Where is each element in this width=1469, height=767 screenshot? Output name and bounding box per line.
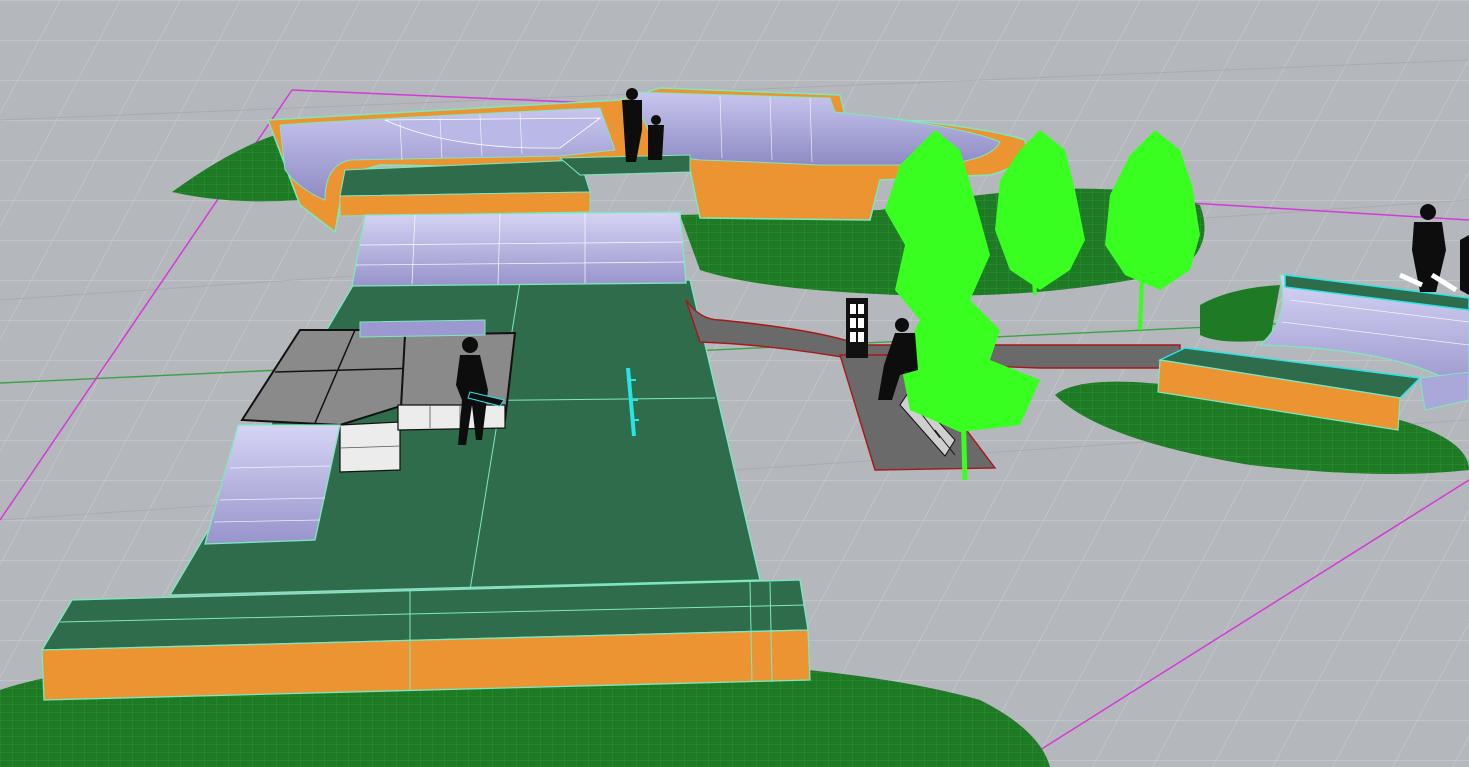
phone-booth <box>846 298 868 358</box>
skatepark-3d-scene[interactable] <box>0 0 1469 767</box>
rhino-perspective-viewport[interactable] <box>0 0 1469 767</box>
flat-bank-back <box>351 211 687 287</box>
front-ledge <box>40 579 811 701</box>
